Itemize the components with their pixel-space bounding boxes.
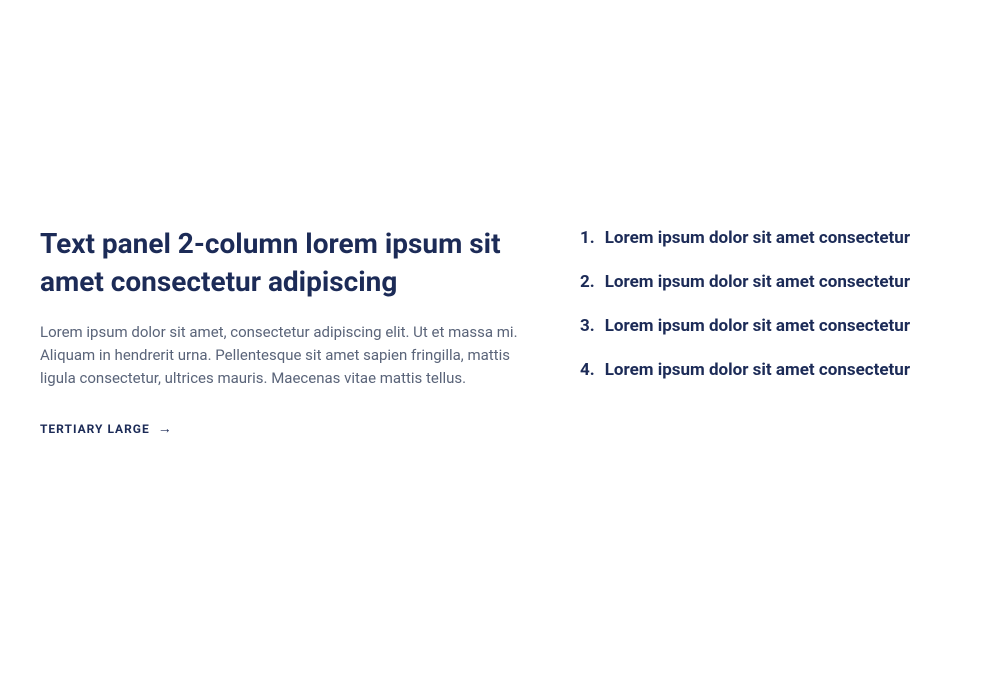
- list-item: Lorem ipsum dolor sit amet consectetur: [580, 315, 960, 337]
- list-item-text: Lorem ipsum dolor sit amet consectetur: [605, 271, 910, 293]
- arrow-right-icon: →: [158, 422, 173, 436]
- list-item: Lorem ipsum dolor sit amet consectetur: [580, 359, 960, 381]
- numbered-list: Lorem ipsum dolor sit amet consectetur L…: [580, 227, 960, 381]
- list-item-text: Lorem ipsum dolor sit amet consectetur: [605, 359, 910, 381]
- panel-body-text: Lorem ipsum dolor sit amet, consectetur …: [40, 321, 530, 391]
- link-label: TERTIARY LARGE: [40, 422, 150, 436]
- list-item-text: Lorem ipsum dolor sit amet consectetur: [605, 315, 910, 337]
- tertiary-large-link[interactable]: TERTIARY LARGE →: [40, 422, 173, 436]
- two-column-panel: Text panel 2-column lorem ipsum sit amet…: [0, 0, 1000, 477]
- list-item: Lorem ipsum dolor sit amet consectetur: [580, 227, 960, 249]
- list-item: Lorem ipsum dolor sit amet consectetur: [580, 271, 960, 293]
- left-column: Text panel 2-column lorem ipsum sit amet…: [40, 225, 530, 437]
- list-item-text: Lorem ipsum dolor sit amet consectetur: [605, 227, 910, 249]
- panel-heading: Text panel 2-column lorem ipsum sit amet…: [40, 225, 530, 301]
- right-column: Lorem ipsum dolor sit amet consectetur L…: [580, 225, 960, 437]
